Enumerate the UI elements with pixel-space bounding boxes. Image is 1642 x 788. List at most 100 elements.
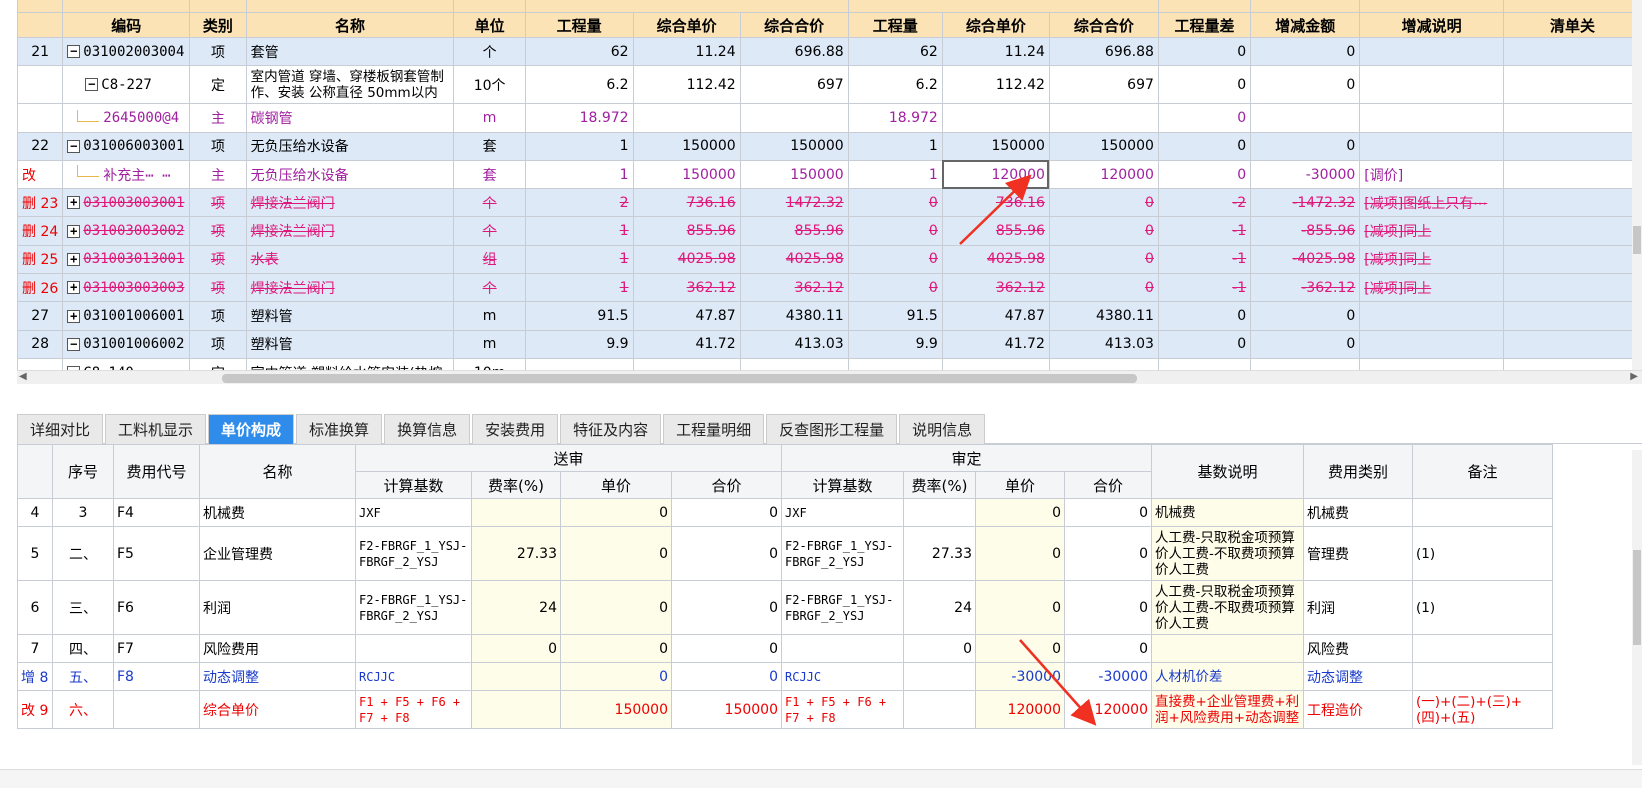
table-row[interactable]: 改 9 六、 综合单价 F1 + F5 + F6 + F7 + F8 150000 150… bbox=[17, 690, 1553, 729]
qty-cell[interactable]: 1 bbox=[524, 159, 634, 190]
expand-icon[interactable]: + bbox=[67, 281, 81, 295]
change-note-cell[interactable]: [减项]同上 bbox=[1359, 216, 1505, 246]
total-approved-cell[interactable]: 0 bbox=[1064, 498, 1152, 527]
unit-cell[interactable]: 150000 bbox=[560, 690, 672, 729]
change-note-cell[interactable] bbox=[1359, 329, 1505, 359]
item-name[interactable]: 塑料管 bbox=[245, 329, 455, 359]
item-name[interactable]: 水表 bbox=[245, 244, 455, 275]
base-desc-cell[interactable]: 人工费-只取税金项预算价人工费-不取费项预算价人工费 bbox=[1151, 580, 1304, 635]
col-header-change-note[interactable]: 增减说明 bbox=[1359, 12, 1505, 38]
item-type[interactable]: 项 bbox=[189, 329, 247, 359]
seq-cell[interactable]: 五、 bbox=[52, 662, 114, 691]
total-approved-cell[interactable]: 120000 bbox=[1064, 690, 1152, 729]
total-price-approved-cell[interactable]: 4380.11 bbox=[1048, 301, 1159, 331]
base-approved-cell[interactable]: JXF bbox=[781, 498, 904, 527]
item-code[interactable]: +031001006001 bbox=[62, 301, 191, 331]
total-approved-cell[interactable]: -30000 bbox=[1064, 662, 1152, 691]
col-header-list[interactable]: 清单关 bbox=[1503, 12, 1642, 38]
tab-4[interactable]: 换算信息 bbox=[384, 414, 471, 444]
amount-change-cell[interactable]: 0 bbox=[1250, 36, 1361, 67]
base-cell[interactable]: F2-FBRGF_1_YSJ-FBRGF_2_YSJ bbox=[355, 580, 472, 635]
item-unit[interactable]: 个 bbox=[453, 273, 526, 303]
unit-price-cell[interactable]: 362.12 bbox=[632, 273, 741, 303]
col-header-fee-code[interactable]: 费用代号 bbox=[113, 444, 200, 499]
amount-change-cell[interactable]: -30000 bbox=[1250, 159, 1361, 190]
total-cell[interactable]: 0 bbox=[671, 580, 782, 635]
change-note-cell[interactable] bbox=[1359, 36, 1505, 67]
total-cell[interactable]: 0 bbox=[671, 662, 782, 691]
unit-price-cell[interactable]: 150000 bbox=[632, 131, 741, 161]
scrollbar-thumb[interactable] bbox=[222, 374, 1137, 383]
col-header-total-price[interactable]: 综合合价 bbox=[739, 12, 849, 38]
item-name[interactable]: 塑料管 bbox=[245, 301, 455, 331]
qty-diff-cell[interactable]: 0 bbox=[1157, 329, 1252, 359]
top-grid-vertical-scrollbar[interactable] bbox=[1632, 0, 1642, 370]
fee-name-cell[interactable]: 企业管理费 bbox=[199, 526, 356, 581]
item-code[interactable]: +031003013001 bbox=[62, 244, 191, 275]
qty-diff-cell[interactable]: 0 bbox=[1157, 36, 1252, 67]
item-name[interactable]: 焊接法兰阀门 bbox=[245, 188, 455, 218]
rate-cell[interactable]: 24 bbox=[471, 580, 561, 635]
table-row[interactable]: 7 四、 F7 风险费用 0 0 0 0 0 0 风险费 bbox=[17, 634, 1553, 663]
qty-cell[interactable]: 1 bbox=[524, 216, 634, 246]
qty-approved-cell[interactable]: 0 bbox=[847, 216, 943, 246]
fee-code-cell[interactable]: F4 bbox=[113, 498, 200, 527]
remark-cell[interactable] bbox=[1412, 498, 1553, 527]
qty-diff-cell[interactable]: 0 bbox=[1157, 159, 1252, 190]
table-row[interactable]: 27 +031001006001 项 塑料管 m 91.5 47.87 4380.11 91.5… bbox=[16, 301, 1642, 331]
collapse-icon[interactable]: − bbox=[85, 78, 99, 92]
item-name[interactable]: 焊接法兰阀门 bbox=[245, 216, 455, 246]
row-number[interactable]: 改 9 bbox=[17, 690, 53, 729]
col-header-unit[interactable]: 单价 bbox=[560, 471, 672, 499]
total-price-cell[interactable]: 150000 bbox=[739, 131, 849, 161]
base-desc-cell[interactable]: 机械费 bbox=[1151, 498, 1304, 527]
qty-cell[interactable]: 62 bbox=[524, 36, 634, 67]
total-price-approved-cell[interactable]: 0 bbox=[1048, 273, 1159, 303]
expand-icon[interactable]: + bbox=[67, 196, 81, 210]
table-row[interactable]: 4 3 F4 机械费 JXF 0 0 JXF 0 0 机械费 机械费 bbox=[17, 498, 1553, 527]
qty-diff-cell[interactable]: -2 bbox=[1157, 188, 1252, 218]
scrollbar-thumb[interactable] bbox=[1633, 226, 1641, 254]
tab-3[interactable]: 标准换算 bbox=[296, 414, 383, 444]
total-price-cell[interactable]: 150000 bbox=[739, 159, 849, 190]
base-approved-cell[interactable] bbox=[781, 634, 904, 663]
unit-price-cell[interactable]: 11.24 bbox=[632, 36, 741, 67]
rate-approved-cell[interactable]: 27.33 bbox=[903, 526, 976, 581]
fee-category-cell[interactable]: 风险费 bbox=[1303, 634, 1413, 663]
total-price-cell[interactable]: 697 bbox=[739, 65, 849, 105]
row-number[interactable]: 22 bbox=[16, 131, 64, 161]
item-type[interactable]: 项 bbox=[189, 36, 247, 67]
table-row[interactable]: 2645000@4 主 碳钢管 m 18.972 18.972 0 bbox=[16, 103, 1642, 133]
item-unit[interactable]: 10个 bbox=[453, 65, 526, 105]
unit-price-cell[interactable]: 4025.98 bbox=[632, 244, 741, 275]
remark-cell[interactable] bbox=[1412, 662, 1553, 691]
item-unit[interactable]: 套 bbox=[453, 131, 526, 161]
table-row[interactable]: 删 23 +031003003001 项焊接法兰阀门个 2 736.16 1472.32 0… bbox=[16, 188, 1642, 218]
base-approved-cell[interactable]: F2-FBRGF_1_YSJ-FBRGF_2_YSJ bbox=[781, 526, 904, 581]
unit-approved-cell[interactable]: 0 bbox=[975, 580, 1065, 635]
unit-price-approved-cell[interactable]: 112.42 bbox=[941, 65, 1050, 105]
fee-code-cell[interactable]: F7 bbox=[113, 634, 200, 663]
unit-price-approved-cell[interactable]: 4025.98 bbox=[941, 244, 1050, 275]
change-note-cell[interactable] bbox=[1359, 65, 1505, 105]
expand-icon[interactable]: + bbox=[67, 252, 81, 266]
total-approved-cell[interactable]: 0 bbox=[1064, 580, 1152, 635]
fee-category-cell[interactable]: 利润 bbox=[1303, 580, 1413, 635]
item-unit[interactable]: m bbox=[453, 329, 526, 359]
amount-change-cell[interactable]: -855.96 bbox=[1250, 216, 1361, 246]
row-number[interactable]: 删 25 bbox=[16, 244, 64, 275]
remark-cell[interactable]: (1) bbox=[1412, 580, 1553, 635]
row-number[interactable]: 21 bbox=[16, 36, 64, 67]
amount-change-cell[interactable] bbox=[1250, 103, 1361, 133]
total-price-approved-cell[interactable]: 697 bbox=[1048, 65, 1159, 105]
fee-name-cell[interactable]: 风险费用 bbox=[199, 634, 356, 663]
item-code[interactable]: −031006003001 bbox=[62, 131, 191, 161]
item-code[interactable]: −031001006002 bbox=[62, 329, 191, 359]
base-cell[interactable]: JXF bbox=[355, 498, 472, 527]
base-desc-cell[interactable] bbox=[1151, 634, 1304, 663]
amount-change-cell[interactable]: 0 bbox=[1250, 301, 1361, 331]
item-code[interactable]: 补充主⋯ ⋯ bbox=[62, 159, 191, 190]
total-cell[interactable]: 0 bbox=[671, 634, 782, 663]
col-header-amount-change[interactable]: 增减金额 bbox=[1250, 12, 1361, 38]
item-type[interactable]: 项 bbox=[189, 188, 247, 218]
